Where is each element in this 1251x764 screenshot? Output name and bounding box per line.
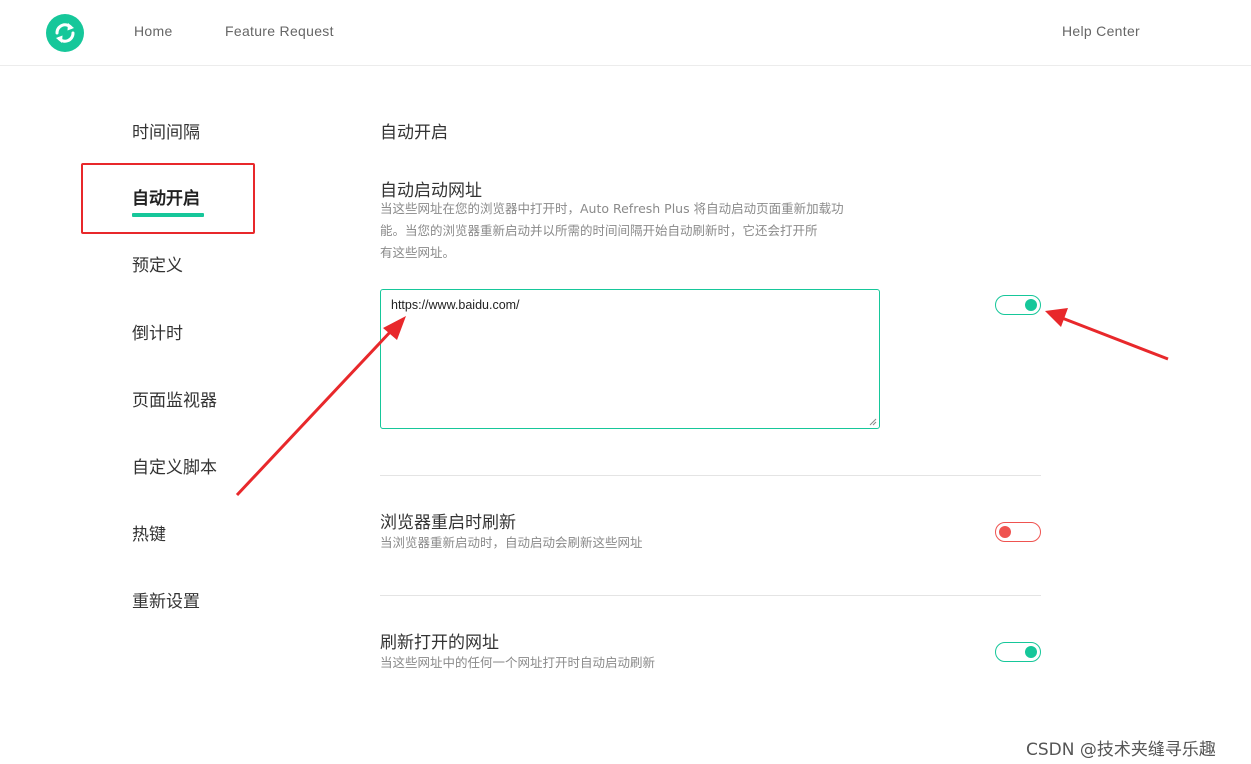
nav-help-center-link[interactable]: Help Center bbox=[1062, 23, 1140, 39]
watermark: CSDN @技术夹缝寻乐趣 bbox=[1026, 740, 1216, 760]
sidebar-item-page-monitor[interactable]: 页面监视器 bbox=[132, 386, 217, 411]
refresh-opened-urls-toggle[interactable] bbox=[995, 642, 1041, 662]
sidebar-item-interval[interactable]: 时间间隔 bbox=[132, 118, 200, 143]
refresh-opened-urls-title: 刷新打开的网址 bbox=[380, 633, 499, 653]
nav-home-link[interactable]: Home bbox=[134, 23, 173, 39]
textarea-value: https://www.baidu.com/ bbox=[391, 298, 520, 312]
refresh-on-restart-toggle[interactable] bbox=[995, 522, 1041, 542]
description-line: 能。当您的浏览器重新启动并以所需的时间间隔开始自动刷新时，它还会打开所 bbox=[380, 223, 818, 238]
sidebar-item-custom-script[interactable]: 自定义脚本 bbox=[132, 453, 217, 478]
toggle-knob bbox=[1025, 299, 1037, 311]
section-title: 自动开启 bbox=[380, 123, 448, 143]
annotation-highlight-box bbox=[81, 163, 255, 234]
sidebar-item-countdown[interactable]: 倒计时 bbox=[132, 319, 183, 344]
refresh-on-restart-title: 浏览器重启时刷新 bbox=[380, 513, 516, 533]
arrow-to-toggle bbox=[1061, 316, 1169, 361]
auto-start-urls-textarea[interactable]: https://www.baidu.com/ bbox=[380, 289, 880, 429]
description-line: 有这些网址。 bbox=[380, 245, 456, 260]
toggle-knob bbox=[999, 526, 1011, 538]
divider bbox=[380, 595, 1041, 596]
auto-start-urls-description: 当这些网址在您的浏览器中打开时，Auto Refresh Plus 将自动启动页… bbox=[380, 198, 885, 264]
top-nav-bar: Home Feature Request Help Center bbox=[0, 0, 1251, 66]
sidebar-item-predefined[interactable]: 预定义 bbox=[132, 251, 183, 276]
nav-feature-request-link[interactable]: Feature Request bbox=[225, 23, 334, 39]
auto-start-urls-toggle[interactable] bbox=[995, 295, 1041, 315]
arrow-to-textarea bbox=[235, 328, 394, 497]
divider bbox=[380, 475, 1041, 476]
description-line: 当这些网址在您的浏览器中打开时，Auto Refresh Plus 将自动启动页… bbox=[380, 201, 844, 216]
toggle-knob bbox=[1025, 646, 1037, 658]
sidebar-item-reset[interactable]: 重新设置 bbox=[132, 587, 200, 612]
refresh-on-restart-description: 当浏览器重新启动时，自动启动会刷新这些网址 bbox=[380, 535, 643, 550]
sidebar-item-hotkeys[interactable]: 热键 bbox=[132, 520, 166, 545]
refresh-icon[interactable] bbox=[46, 14, 84, 52]
arrow-head bbox=[1045, 308, 1068, 327]
resize-grip-icon[interactable] bbox=[869, 418, 877, 426]
refresh-opened-urls-description: 当这些网址中的任何一个网址打开时自动启动刷新 bbox=[380, 655, 656, 670]
